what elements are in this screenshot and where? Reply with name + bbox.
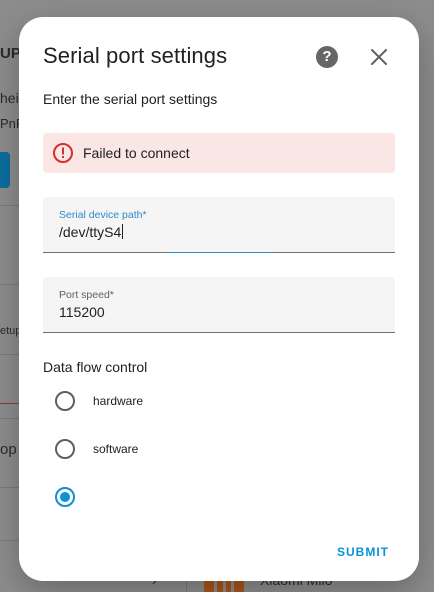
serial-device-path-input[interactable]: /dev/ttyS4 <box>59 224 379 240</box>
port-speed-field[interactable]: Port speed* 115200 <box>43 277 395 333</box>
port-speed-input[interactable]: 115200 <box>59 304 379 320</box>
radio-label: hardware <box>93 394 144 408</box>
flow-control-title: Data flow control <box>43 359 148 375</box>
submit-button[interactable]: SUBMIT <box>337 545 389 559</box>
port-speed-label: Port speed* <box>59 289 114 301</box>
dialog-title: Serial port settings <box>43 43 228 68</box>
radio-hardware[interactable]: hardware <box>55 389 143 413</box>
help-icon[interactable]: ? <box>316 46 338 68</box>
radio-label: software <box>93 442 139 456</box>
bg-text-fragment: hei <box>0 90 19 106</box>
close-icon[interactable] <box>368 46 390 68</box>
text-caret <box>122 224 124 239</box>
bg-text-fragment: UP <box>0 45 21 62</box>
serial-port-dialog: Serial port settings ? Enter the serial … <box>19 17 419 581</box>
serial-device-path-field[interactable]: Serial device path* /dev/ttyS4 <box>43 197 395 253</box>
bg-button <box>0 152 10 188</box>
radio-button[interactable] <box>55 391 75 411</box>
radio-button-selected[interactable] <box>55 487 75 507</box>
radio-none[interactable] <box>55 485 93 509</box>
bg-text-fragment: op <box>0 441 17 458</box>
alert-circle-icon <box>52 142 74 164</box>
radio-button[interactable] <box>55 439 75 459</box>
serial-device-path-label: Serial device path* <box>59 209 147 221</box>
alert-message: Failed to connect <box>83 145 190 161</box>
dialog-subtitle: Enter the serial port settings <box>43 91 218 107</box>
error-alert: Failed to connect <box>43 133 395 173</box>
radio-software[interactable]: software <box>55 437 138 461</box>
focus-underline <box>164 252 274 253</box>
serial-device-path-value: /dev/ttyS4 <box>59 224 122 240</box>
